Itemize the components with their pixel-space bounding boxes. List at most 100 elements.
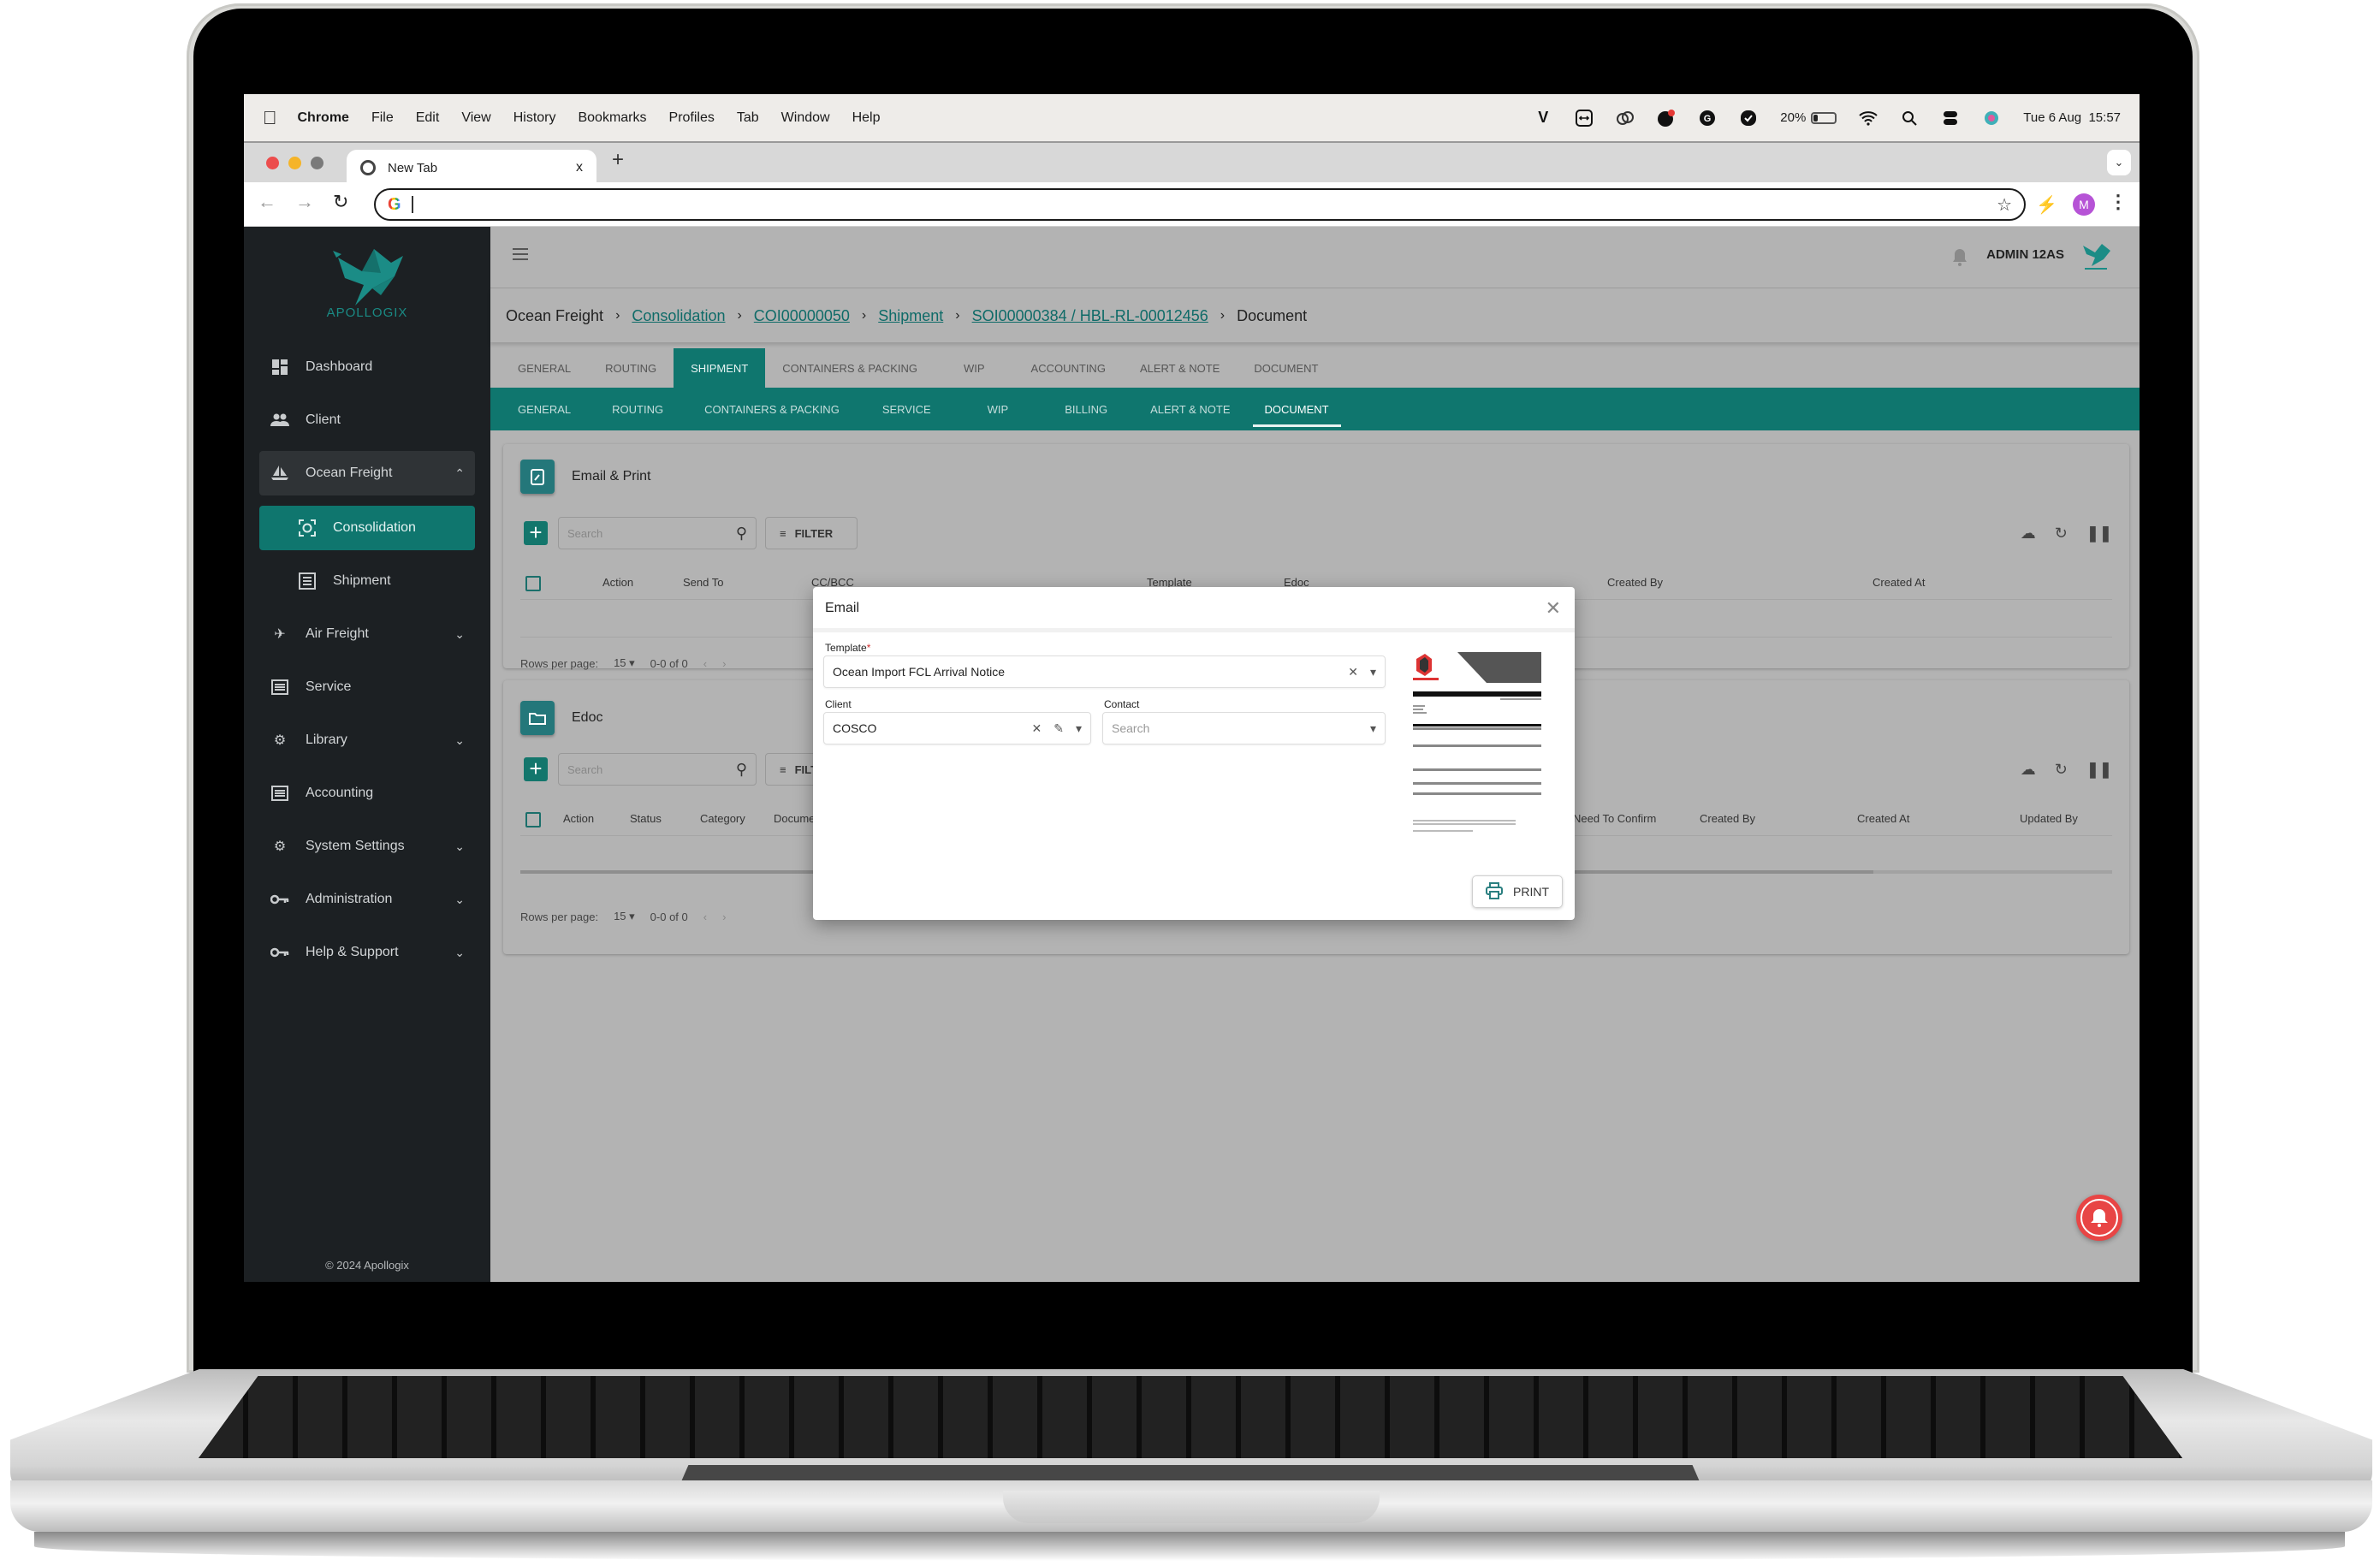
sidebar-item-consolidation[interactable]: Consolidation <box>259 506 475 550</box>
subtab-routing[interactable]: ROUTING <box>588 388 687 430</box>
clear-template-icon[interactable]: ✕ <box>1348 665 1358 679</box>
sidebar-item-system-settings[interactable]: ⚙ System Settings ⌄ <box>259 824 475 869</box>
sidebar-item-ocean-freight[interactable]: Ocean Freight ⌃ <box>259 451 475 495</box>
tab-routing[interactable]: ROUTING <box>588 348 674 388</box>
column-created-by[interactable]: Created By <box>1700 812 1755 825</box>
template-select[interactable]: Ocean Import FCL Arrival Notice ✕ ▾ <box>823 655 1386 688</box>
sidebar-item-help-support[interactable]: Help & Support ⌄ <box>259 930 475 975</box>
columns-icon[interactable]: ❚❚ <box>2086 761 2112 779</box>
columns-icon[interactable]: ❚❚ <box>2086 525 2112 543</box>
menu-app-name[interactable]: Chrome <box>298 110 349 126</box>
tab-alert-note[interactable]: ALERT & NOTE <box>1123 348 1237 388</box>
menu-tab[interactable]: Tab <box>737 110 759 126</box>
menu-profiles[interactable]: Profiles <box>669 110 715 126</box>
menu-history[interactable]: History <box>513 110 556 126</box>
bookmark-star-icon[interactable]: ☆ <box>1997 194 2012 216</box>
sidebar-item-service[interactable]: Service <box>259 665 475 709</box>
close-tab-icon[interactable]: x <box>576 160 583 175</box>
select-all-checkbox[interactable] <box>525 576 541 591</box>
breadcrumb-shipment-link[interactable]: Shipment <box>878 307 943 325</box>
menu-edit[interactable]: Edit <box>416 110 440 126</box>
next-page-icon[interactable]: › <box>722 657 726 670</box>
forward-arrow-icon[interactable]: → <box>295 191 314 213</box>
close-icon[interactable]: ✕ <box>1546 597 1561 620</box>
cloud-download-icon[interactable]: ☁ <box>2021 761 2036 779</box>
prev-page-icon[interactable]: ‹ <box>703 911 707 923</box>
edit-pencil-icon[interactable]: ✎ <box>1053 721 1064 736</box>
new-tab-button[interactable]: + <box>612 148 624 172</box>
phone-notification-icon[interactable] <box>1657 109 1676 128</box>
column-action[interactable]: Action <box>602 576 633 589</box>
select-all-checkbox[interactable] <box>525 812 541 827</box>
browser-tab[interactable]: New Tab x <box>347 150 596 186</box>
creative-cloud-icon[interactable] <box>1616 109 1635 128</box>
subtab-alert-note[interactable]: ALERT & NOTE <box>1133 388 1247 430</box>
reload-icon[interactable]: ↻ <box>333 191 348 213</box>
menu-view[interactable]: View <box>461 110 490 126</box>
tasks-check-icon[interactable] <box>1739 109 1758 128</box>
tab-shipment[interactable]: SHIPMENT <box>674 348 766 388</box>
sidebar-item-accounting[interactable]: Accounting <box>259 771 475 816</box>
minimize-window-button[interactable] <box>288 157 301 169</box>
siri-icon[interactable] <box>1982 109 2001 128</box>
refresh-icon[interactable]: ↻ <box>2055 525 2068 543</box>
browser-menu-icon[interactable]: ⋮ <box>2109 191 2128 213</box>
subtab-document[interactable]: DOCUMENT <box>1248 388 1346 430</box>
subtab-billing[interactable]: BILLING <box>1039 388 1133 430</box>
hamburger-menu-icon[interactable] <box>513 248 528 260</box>
sidebar-item-library[interactable]: ⚙ Library ⌄ <box>259 718 475 762</box>
column-updated-by[interactable]: Updated By <box>2020 812 2078 825</box>
column-action[interactable]: Action <box>563 812 594 825</box>
subtab-service[interactable]: SERVICE <box>857 388 957 430</box>
address-bar[interactable]: G ☆ <box>374 188 2026 221</box>
menu-file[interactable]: File <box>371 110 394 126</box>
tab-general[interactable]: GENERAL <box>501 348 588 388</box>
refresh-icon[interactable]: ↻ <box>2055 761 2068 779</box>
spotlight-search-icon[interactable] <box>1900 109 1919 128</box>
floating-alert-button[interactable] <box>2076 1195 2122 1241</box>
menu-help[interactable]: Help <box>852 110 881 126</box>
column-created-by[interactable]: Created By <box>1607 576 1663 589</box>
back-arrow-icon[interactable]: ← <box>258 191 276 213</box>
email-search-input[interactable]: Search ⚲ <box>558 517 757 549</box>
document-preview-thumbnail[interactable] <box>1406 649 1543 845</box>
profile-avatar[interactable]: M <box>2073 193 2095 216</box>
menu-window[interactable]: Window <box>781 110 830 126</box>
column-category[interactable]: Category <box>700 812 745 825</box>
contact-select[interactable]: Search ▾ <box>1102 712 1386 744</box>
sidebar-item-client[interactable]: Client <box>259 398 475 442</box>
apple-menu-icon[interactable]:  <box>263 107 277 129</box>
add-edoc-button[interactable]: + <box>524 757 548 781</box>
subtab-wip[interactable]: WIP <box>957 388 1040 430</box>
menu-bookmarks[interactable]: Bookmarks <box>578 110 646 126</box>
extension-icon[interactable]: ⚡ <box>2036 194 2057 216</box>
user-name[interactable]: ADMIN 12AS <box>1986 247 2064 262</box>
battery-indicator[interactable]: 20% <box>1780 110 1837 125</box>
next-page-icon[interactable]: › <box>722 911 726 923</box>
breadcrumb-consolidation-id-link[interactable]: COI00000050 <box>754 307 850 325</box>
subtab-general[interactable]: GENERAL <box>501 388 588 430</box>
client-select[interactable]: COSCO ✕ ✎ ▾ <box>823 712 1091 744</box>
notification-bell-icon[interactable] <box>1951 247 1968 266</box>
breadcrumb-consolidation-link[interactable]: Consolidation <box>632 307 725 325</box>
close-window-button[interactable] <box>266 157 279 169</box>
sidebar-item-shipment[interactable]: Shipment <box>259 559 475 603</box>
sidebar-item-air-freight[interactable]: ✈ Air Freight ⌄ <box>259 612 475 656</box>
dropdown-arrow-icon[interactable]: ▾ <box>1370 721 1376 736</box>
column-status[interactable]: Status <box>630 812 662 825</box>
cloud-download-icon[interactable]: ☁ <box>2021 525 2036 543</box>
tab-document[interactable]: DOCUMENT <box>1237 348 1335 388</box>
rows-per-page-select[interactable]: 15 ▾ <box>614 910 635 923</box>
column-created-at[interactable]: Created At <box>1857 812 1909 825</box>
email-filter-button[interactable]: ≡ FILTER <box>765 517 858 549</box>
zoom-window-button[interactable] <box>311 157 323 169</box>
wifi-icon[interactable] <box>1859 109 1878 128</box>
tab-wip[interactable]: WIP <box>935 348 1014 388</box>
rows-per-page-select[interactable]: 15 ▾ <box>614 656 635 670</box>
column-created-at[interactable]: Created At <box>1873 576 1925 589</box>
control-center-icon[interactable] <box>1941 109 1960 128</box>
print-button[interactable]: PRINT <box>1472 875 1563 908</box>
sidebar-item-administration[interactable]: Administration ⌄ <box>259 877 475 922</box>
clear-client-icon[interactable]: ✕ <box>1032 721 1042 736</box>
dropdown-arrow-icon[interactable]: ▾ <box>1370 665 1376 679</box>
